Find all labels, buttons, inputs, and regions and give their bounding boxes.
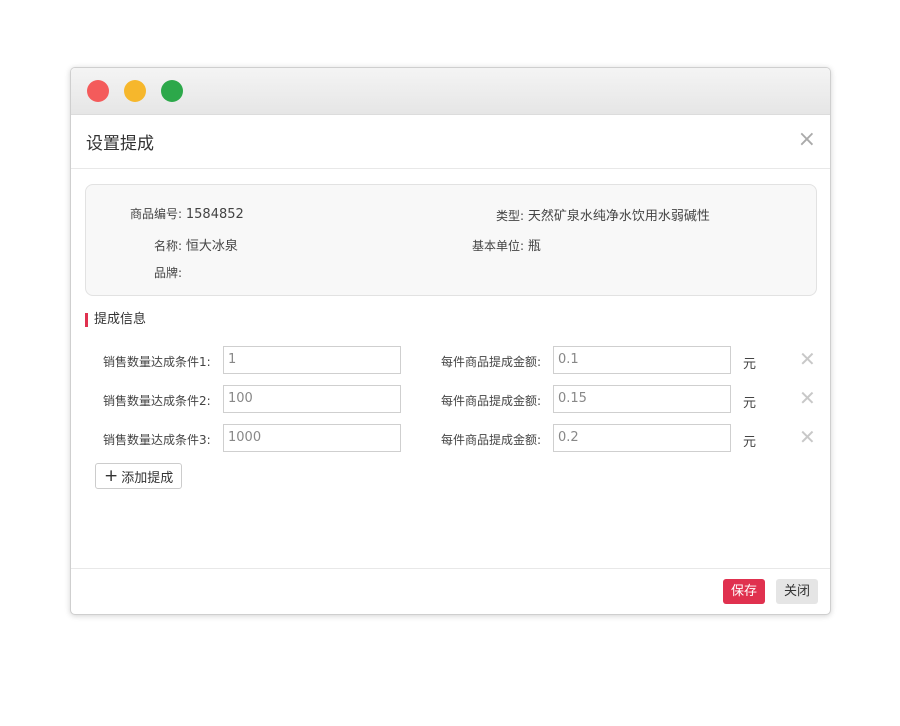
condition-qty-input[interactable]	[223, 424, 401, 452]
product-unit-label: 基本单位:	[472, 239, 525, 253]
dialog-title: 设置提成	[86, 134, 154, 154]
product-code: 商品编号: 1584852	[130, 205, 244, 222]
condition-row: 销售数量达成条件2: 每件商品提成金额: 元 ✕	[71, 385, 830, 415]
condition-amount-input[interactable]	[553, 346, 731, 374]
product-brand: 品牌:	[154, 264, 182, 281]
product-type-label: 类型:	[496, 209, 525, 223]
condition-row: 销售数量达成条件3: 每件商品提成金额: 元 ✕	[71, 424, 830, 454]
condition-unit: 元	[743, 357, 757, 372]
close-button[interactable]: 关闭	[776, 579, 819, 604]
condition-row: 销售数量达成条件1: 每件商品提成金额: 元 ✕	[71, 346, 830, 376]
condition-qty-input[interactable]	[223, 385, 401, 413]
add-commission-label: 添加提成	[121, 470, 174, 486]
condition-amount-label: 每件商品提成金额:	[441, 433, 542, 447]
window-minimize-dot[interactable]	[124, 80, 146, 102]
product-name-label: 名称:	[154, 239, 183, 253]
plus-icon: +	[104, 465, 119, 486]
product-code-label: 商品编号:	[130, 207, 183, 221]
window-maximize-dot[interactable]	[161, 80, 183, 102]
product-unit: 基本单位: 瓶	[472, 235, 541, 254]
section-title: 提成信息	[85, 313, 146, 327]
save-button[interactable]: 保存	[723, 579, 766, 604]
dialog-header: 设置提成 ×	[71, 115, 830, 169]
product-type-value: 天然矿泉水纯净水饮用水弱碱性	[527, 209, 710, 224]
product-code-value: 1584852	[185, 207, 244, 222]
condition-amount-input[interactable]	[553, 424, 731, 452]
condition-amount-label: 每件商品提成金额:	[441, 355, 542, 369]
product-unit-value: 瓶	[527, 239, 541, 254]
close-icon[interactable]: ×	[798, 129, 816, 151]
delete-row-icon[interactable]: ✕	[799, 427, 816, 447]
window-titlebar[interactable]	[71, 68, 830, 115]
product-type: 类型: 天然矿泉水纯净水饮用水弱碱性	[496, 205, 710, 224]
condition-qty-label: 销售数量达成条件1:	[103, 355, 211, 369]
dialog-window: 设置提成 × 商品编号: 1584852 类型: 天然矿泉水纯净水饮用水弱碱性 …	[70, 67, 831, 615]
product-brand-label: 品牌:	[154, 266, 183, 280]
delete-row-icon[interactable]: ✕	[799, 349, 816, 369]
add-commission-button[interactable]: + 添加提成	[95, 463, 183, 489]
condition-qty-label: 销售数量达成条件2:	[103, 394, 211, 408]
condition-amount-label: 每件商品提成金额:	[441, 394, 542, 408]
window-close-dot[interactable]	[87, 80, 109, 102]
product-info-panel: 商品编号: 1584852 类型: 天然矿泉水纯净水饮用水弱碱性 名称: 恒大冰…	[85, 184, 817, 296]
product-name-value: 恒大冰泉	[185, 239, 238, 254]
condition-unit: 元	[743, 396, 757, 411]
delete-row-icon[interactable]: ✕	[799, 388, 816, 408]
dialog-footer: 保存 关闭	[71, 568, 830, 614]
condition-amount-input[interactable]	[553, 385, 731, 413]
product-name: 名称: 恒大冰泉	[154, 235, 238, 254]
condition-qty-input[interactable]	[223, 346, 401, 374]
condition-qty-label: 销售数量达成条件3:	[103, 433, 211, 447]
condition-unit: 元	[743, 435, 757, 450]
